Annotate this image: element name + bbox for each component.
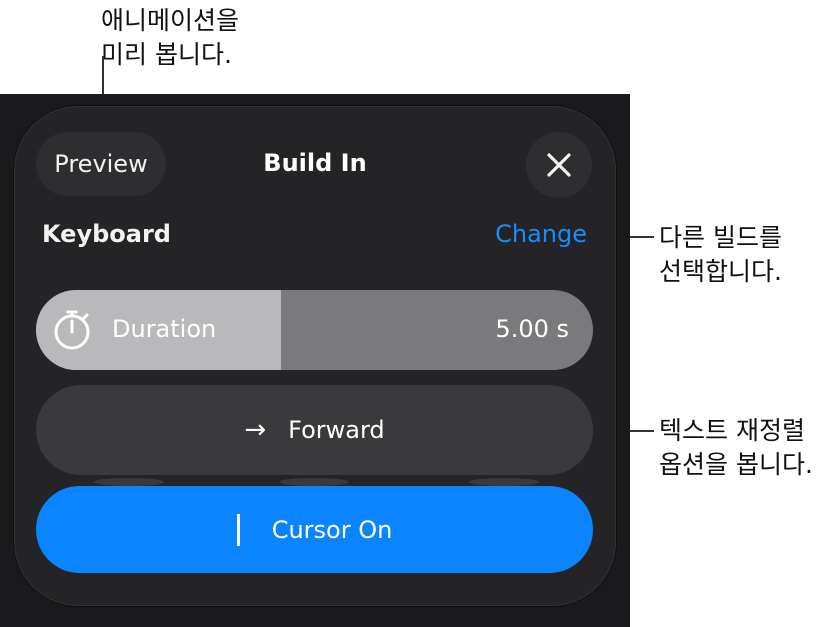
button-glow [279, 478, 349, 486]
forward-label: Forward [288, 416, 385, 444]
callout-line: 옵션을 봅니다. [659, 450, 813, 479]
build-panel: Preview Build In Keyboard Change Duratio… [14, 106, 616, 606]
callout-line: 다른 빌드를 [659, 223, 782, 252]
callout-line: 텍스트 재정렬 [659, 416, 805, 445]
change-button[interactable]: Change [495, 220, 587, 248]
callout-forward: 텍스트 재정렬 옵션을 봅니다. [659, 414, 813, 482]
cursor-label: Cursor On [271, 515, 393, 544]
timer-icon [54, 310, 90, 350]
callout-change: 다른 빌드를 선택합니다. [659, 221, 782, 289]
app-screen: Preview Build In Keyboard Change Duratio… [0, 94, 630, 627]
callout-line: 선택합니다. [659, 257, 782, 286]
button-glow [94, 478, 164, 486]
close-icon [547, 153, 571, 177]
callout-preview: 애니메이션을 미리 봅니다. [101, 4, 239, 72]
close-button[interactable] [526, 132, 592, 198]
arrow-right-icon: → [244, 415, 267, 445]
text-cursor-icon [236, 513, 240, 546]
duration-label: Duration [112, 315, 217, 343]
callout-line: 애니메이션을 [101, 6, 240, 35]
forward-button[interactable]: → Forward [36, 385, 593, 475]
button-glow [469, 478, 539, 486]
duration-value: 5.00 s [495, 315, 569, 343]
cursor-on-button[interactable]: Cursor On [36, 486, 593, 573]
duration-slider[interactable]: Duration 5.00 s [36, 290, 593, 370]
callout-line: 미리 봅니다. [101, 40, 232, 69]
build-name: Keyboard [42, 220, 171, 248]
